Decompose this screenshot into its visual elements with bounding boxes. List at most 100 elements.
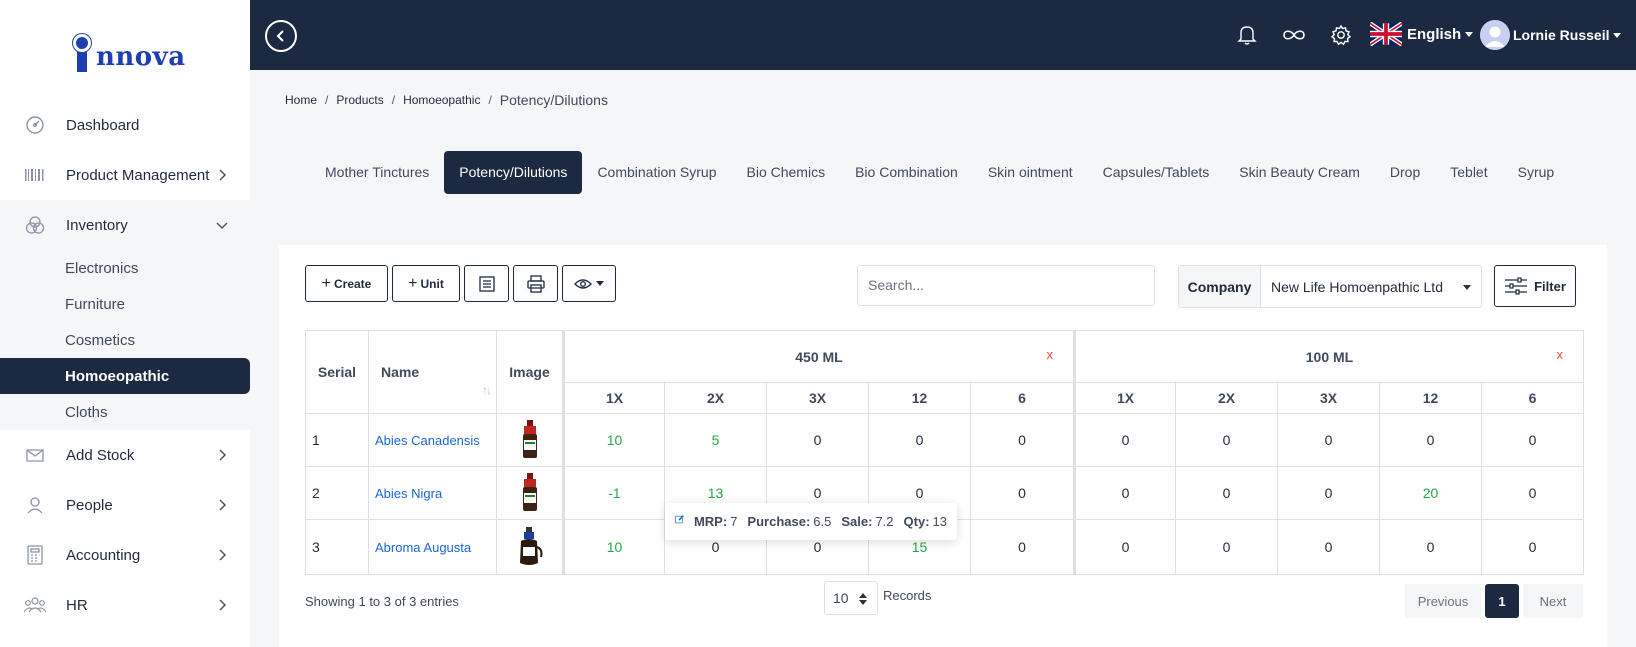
stock-cell[interactable]: -1 <box>563 467 665 520</box>
chevron-left-icon <box>276 30 284 42</box>
tab-capsules-tablets[interactable]: Capsules/Tablets <box>1088 151 1225 194</box>
sidebar-subitem-cloths[interactable]: Cloths <box>0 394 250 430</box>
logo[interactable]: nnova <box>73 28 186 72</box>
breadcrumb-products[interactable]: Products <box>336 93 383 107</box>
sidebar-item-people[interactable]: People <box>0 480 250 530</box>
tab-bio-chemics[interactable]: Bio Chemics <box>732 151 841 194</box>
potency-header: 3X <box>767 383 869 414</box>
chevron-right-icon <box>214 447 230 463</box>
stock-cell[interactable]: 0 <box>1074 520 1176 574</box>
tab-syrup[interactable]: Syrup <box>1503 151 1570 194</box>
breadcrumb-homoeopathic[interactable]: Homoeopathic <box>403 93 480 107</box>
language-selector[interactable]: English <box>1370 22 1474 46</box>
stock-cell[interactable]: 0 <box>1380 520 1482 574</box>
previous-button[interactable]: Previous <box>1405 584 1481 618</box>
sidebar-item-add-stock[interactable]: Add Stock <box>0 430 250 480</box>
stock-cell[interactable]: 0 <box>767 414 869 467</box>
stock-cell[interactable]: 0 <box>1176 520 1278 574</box>
sidebar-subitem-cosmetics[interactable]: Cosmetics <box>0 322 250 358</box>
sidebar-item-label: Add Stock <box>66 446 135 464</box>
tab-bio-combination[interactable]: Bio Combination <box>840 151 973 194</box>
caret-down-icon <box>1463 285 1471 290</box>
stock-cell[interactable]: 20 <box>1380 467 1482 520</box>
stock-cell[interactable]: 0 <box>1482 467 1584 520</box>
tab-skin-beauty-cream[interactable]: Skin Beauty Cream <box>1224 151 1375 194</box>
stock-cell[interactable]: 10 <box>563 414 665 467</box>
calculator-icon <box>24 544 46 566</box>
sidebar-item-accounting[interactable]: Accounting <box>0 530 250 580</box>
product-name-link[interactable]: Abies Canadensis <box>369 414 497 467</box>
breadcrumb-home[interactable]: Home <box>285 93 317 107</box>
filter-button[interactable]: Filter <box>1494 265 1576 307</box>
back-button[interactable] <box>265 20 297 52</box>
page-1-button[interactable]: 1 <box>1485 584 1519 618</box>
header-name[interactable]: Name ↑↓ <box>369 331 497 414</box>
stock-cell[interactable]: 10 <box>563 520 665 574</box>
stock-cell[interactable]: 0 <box>1278 520 1380 574</box>
next-button[interactable]: Next <box>1523 584 1583 618</box>
stock-cell[interactable]: 5 <box>665 414 767 467</box>
product-name-link[interactable]: Abroma Augusta <box>369 520 497 574</box>
company-value[interactable]: New Life Homoenpathic Ltd <box>1261 266 1481 307</box>
sidebar-subitem-homoeopathic[interactable]: Homoeopathic <box>0 358 250 394</box>
sidebar-subitem-electronics[interactable]: Electronics <box>0 250 250 286</box>
stock-cell[interactable]: 0 <box>1278 467 1380 520</box>
sidebar-item-inventory[interactable]: Inventory <box>0 200 250 250</box>
stock-cell[interactable]: 0 <box>1482 520 1584 574</box>
stock-cell[interactable]: 0 <box>971 414 1074 467</box>
logo-mark <box>73 34 95 72</box>
tooltip-mrp: MRP: 7 <box>694 514 737 529</box>
unit-button[interactable]: + Unit <box>392 265 460 302</box>
tab-potency-dilutions[interactable]: Potency/Dilutions <box>444 151 583 194</box>
chevron-right-icon <box>214 597 230 613</box>
stock-cell[interactable]: 0 <box>869 414 971 467</box>
sliders-icon <box>1505 277 1528 295</box>
updown-icon <box>859 593 867 605</box>
search-input[interactable]: Search... <box>857 265 1155 306</box>
stock-cell[interactable]: 0 <box>1482 414 1584 467</box>
product-name-link[interactable]: Abies Nigra <box>369 467 497 520</box>
product-image <box>497 414 563 467</box>
bell-icon[interactable] <box>1237 24 1259 46</box>
create-button[interactable]: + Create <box>305 265 388 302</box>
sidebar-item-product-management[interactable]: Product Management <box>0 150 250 200</box>
tab-drop[interactable]: Drop <box>1375 151 1435 194</box>
column-visibility-button[interactable] <box>562 265 616 302</box>
stock-cell[interactable]: 0 <box>1074 467 1176 520</box>
stock-cell[interactable]: 0 <box>1176 414 1278 467</box>
sidebar-subitem-furniture[interactable]: Furniture <box>0 286 250 322</box>
stock-cell[interactable]: 0 <box>971 467 1074 520</box>
print-button[interactable] <box>513 265 558 302</box>
stock-cell[interactable]: 0 <box>971 520 1074 574</box>
sort-icon[interactable]: ↑↓ <box>482 383 492 397</box>
company-select[interactable]: Company New Life Homoenpathic Ltd <box>1178 265 1482 308</box>
stock-cell[interactable]: 0 <box>1380 414 1482 467</box>
chevron-right-icon <box>214 547 230 563</box>
tab-mother-tinctures[interactable]: Mother Tinctures <box>310 151 444 194</box>
user-menu[interactable]: Lornie Russeil <box>1480 20 1622 50</box>
user-name: Lornie Russeil <box>1513 27 1610 43</box>
breadcrumb-separator: / <box>325 93 329 107</box>
close-icon[interactable]: x <box>1047 347 1054 362</box>
sidebar-item-dashboard[interactable]: Dashboard <box>0 100 250 150</box>
sidebar-item-hr[interactable]: HR <box>0 580 250 630</box>
infinity-icon[interactable] <box>1282 24 1306 46</box>
language-label: English <box>1407 25 1462 43</box>
header-serial: Serial <box>306 331 369 414</box>
close-icon[interactable]: x <box>1557 347 1564 362</box>
gear-icon[interactable] <box>1330 24 1352 46</box>
stock-cell[interactable]: 0 <box>1074 414 1176 467</box>
export-button[interactable] <box>464 265 509 302</box>
tab-combination-syrup[interactable]: Combination Syrup <box>582 151 731 194</box>
records-select[interactable]: 10 <box>824 581 878 615</box>
entries-info: Showing 1 to 3 of 3 entries <box>305 594 459 609</box>
stock-cell[interactable]: 0 <box>1176 467 1278 520</box>
sidebar-item-label: Product Management <box>66 166 210 184</box>
stock-cell[interactable]: 0 <box>1278 414 1380 467</box>
records-value: 10 <box>833 590 849 606</box>
tooltip-sale-value: 7.2 <box>875 514 894 529</box>
edit-icon[interactable] <box>675 511 684 527</box>
tab-skin-ointment[interactable]: Skin ointment <box>973 151 1088 194</box>
tab-teblet[interactable]: Teblet <box>1435 151 1502 194</box>
cell-serial: 2 <box>306 467 369 520</box>
